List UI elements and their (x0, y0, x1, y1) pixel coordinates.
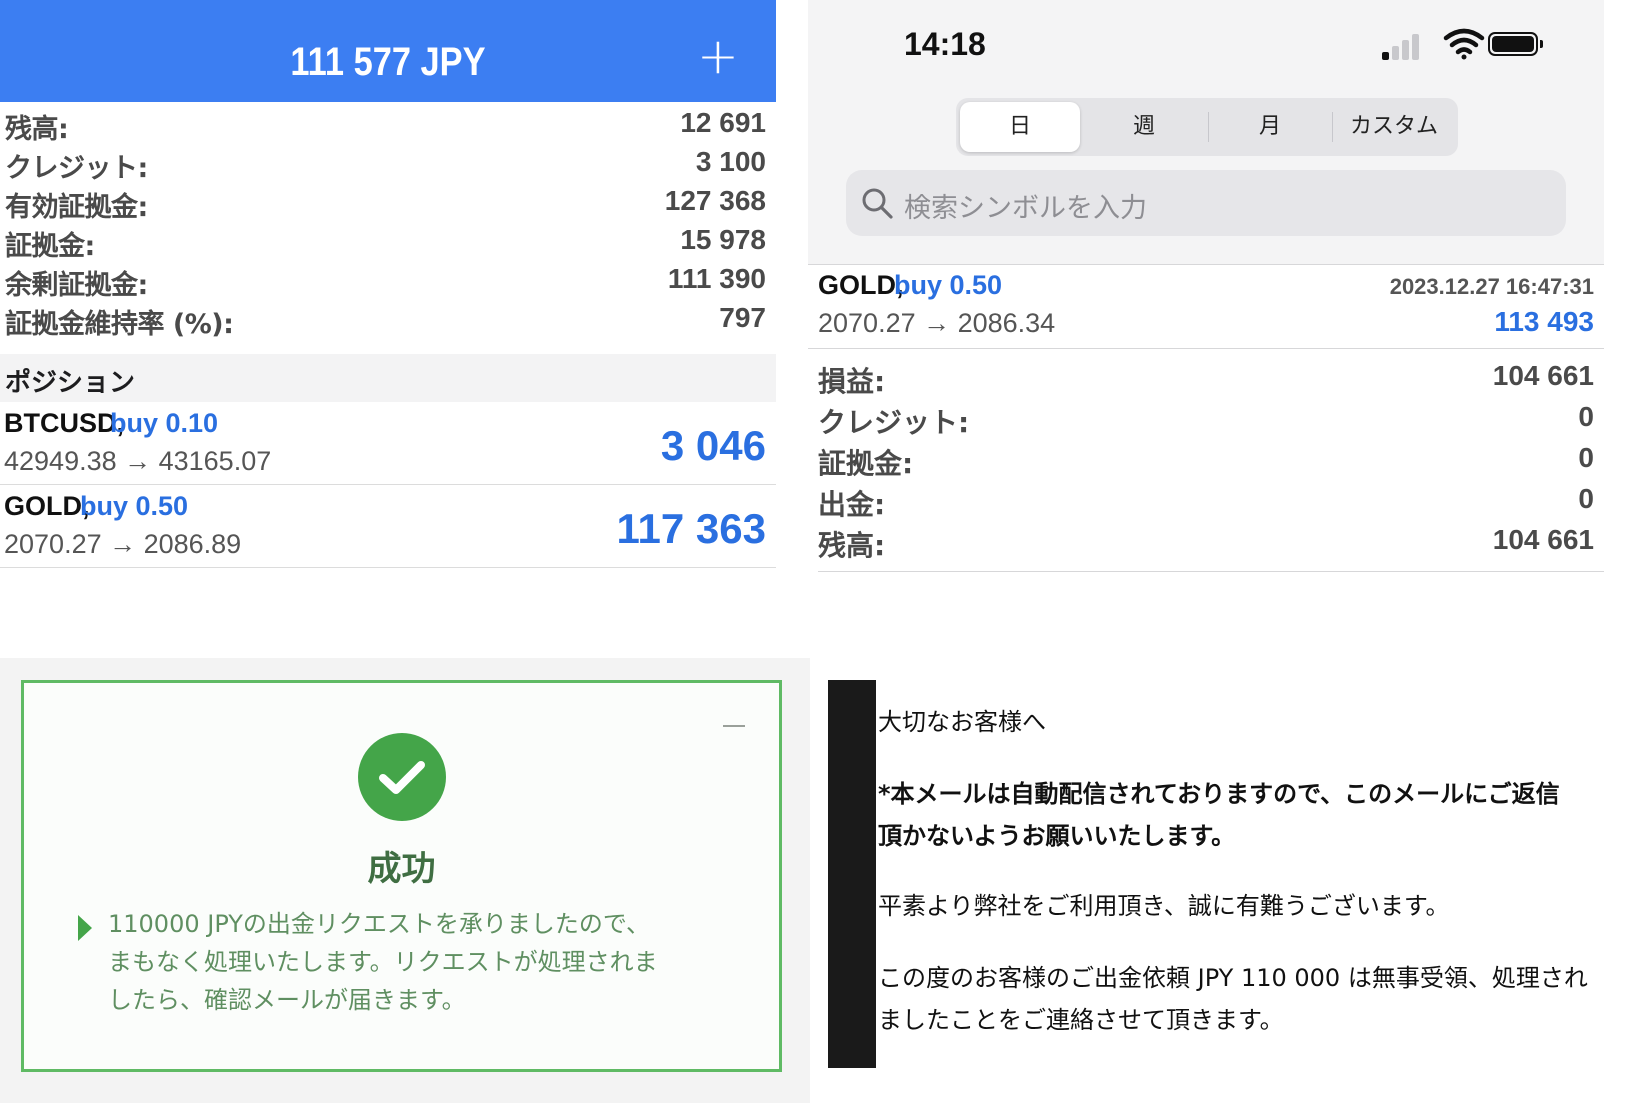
email-body-line: ましたことをご連絡させて頂きます。 (878, 1006, 1284, 1034)
position-side: buy 0.50 (80, 491, 189, 521)
summary-label: 証拠金: (818, 447, 914, 480)
triangle-bullet-icon (78, 915, 92, 941)
success-message: 110000 JPYの出金リクエストを承りましたので、 まもなく処理いたします。… (108, 905, 728, 1019)
position-row[interactable]: GOLD, buy 0.50 2070.27 → 2086.89 117 363 (0, 485, 776, 568)
summary-row-margin: 証拠金: 0 (808, 440, 1604, 480)
email-notice-line: 頂かないようお願いいたします。 (878, 822, 1236, 850)
account-row-label: 証拠金維持率 (%): (5, 309, 234, 340)
tab-day[interactable]: 日 (960, 102, 1080, 152)
cellular-signal-icon (1382, 30, 1426, 60)
positions-section-header: ポジション (0, 354, 776, 402)
period-segmented-control: 日 週 月 カスタム (956, 98, 1458, 156)
position-prices: 2070.27 → 2086.89 (4, 529, 242, 559)
search-input[interactable]: 検索シンボルを入力 (846, 170, 1566, 236)
deal-row[interactable]: GOLD, buy 0.50 2023.12.27 16:47:31 2070.… (808, 266, 1604, 349)
account-row-label: 証拠金: (5, 231, 95, 262)
deal-symbol: GOLD, (818, 270, 904, 300)
divider (818, 571, 1604, 572)
wifi-icon (1443, 28, 1485, 60)
check-circle-icon (358, 733, 446, 821)
summary-row-profit: 損益: 104 661 (808, 358, 1604, 398)
position-row[interactable]: BTCUSD, buy 0.10 42949.38 → 43165.07 3 0… (0, 402, 776, 485)
summary-label: 残高: (818, 529, 886, 562)
position-symbol: BTCUSD, (4, 408, 124, 438)
summary-row-withdrawal: 出金: 0 (808, 481, 1604, 521)
summary-row-balance: 残高: 104 661 (808, 522, 1604, 562)
deal-side: buy 0.50 (894, 270, 1003, 300)
search-icon (862, 188, 893, 219)
account-row-label: 有効証拠金: (5, 192, 148, 223)
success-panel: 成功 110000 JPYの出金リクエストを承りましたので、 まもなく処理いたし… (0, 658, 810, 1103)
search-placeholder: 検索シンボルを入力 (904, 193, 1147, 224)
redaction-bar (828, 680, 876, 1068)
account-row-value: 127 368 (664, 185, 766, 216)
history-panel: 14:18 日 週 月 カスタム 検索シンボルを入力 GOLD, buy 0.5… (808, 0, 1604, 575)
email-greeting: 大切なお客様へ (878, 708, 1046, 736)
tab-custom[interactable]: カスタム (1334, 102, 1454, 152)
account-row-value: 111 390 (667, 263, 766, 294)
position-profit: 3 046 (660, 422, 766, 469)
position-symbol: GOLD, (4, 491, 90, 521)
account-row-value: 12 691 (680, 107, 766, 138)
account-row-equity: 有効証拠金: 127 368 (0, 181, 776, 223)
plus-icon[interactable]: + (696, 31, 740, 81)
deal-profit: 113 493 (1494, 306, 1594, 337)
summary-label: クレジット: (818, 406, 970, 439)
message-line: 110000 JPYの出金リクエストを承りましたので、 (108, 910, 650, 938)
equity-header-bar: 111 577 JPY + (0, 0, 776, 102)
ios-header: 14:18 日 週 月 カスタム 検索シンボルを入力 (808, 0, 1604, 265)
summary-value: 0 (1578, 483, 1594, 514)
email-panel: 大切なお客様へ *本メールは自動配信されておりますので、このメールにご返信 頂か… (810, 658, 1648, 1103)
position-side: buy 0.10 (110, 408, 219, 438)
summary-value: 0 (1578, 401, 1594, 432)
summary-value: 0 (1578, 442, 1594, 473)
tab-week[interactable]: 週 (1084, 102, 1204, 152)
account-row-label: 余剰証拠金: (5, 270, 148, 301)
position-profit: 117 363 (616, 505, 766, 552)
message-line: まもなく処理いたします。リクエストが処理されま (108, 948, 658, 976)
success-card: 成功 110000 JPYの出金リクエストを承りましたので、 まもなく処理いたし… (21, 680, 782, 1072)
segment-divider (1208, 112, 1209, 142)
message-line: したら、確認メールが届きます。 (108, 986, 466, 1014)
email-notice-line: *本メールは自動配信されておりますので、このメールにご返信 (878, 780, 1560, 808)
deal-prices: 2070.27 → 2086.34 (818, 308, 1056, 338)
summary-label: 損益: (818, 365, 886, 398)
summary-row-credit: クレジット: 0 (808, 399, 1604, 439)
tab-month[interactable]: 月 (1210, 102, 1330, 152)
account-row-margin-level: 証拠金維持率 (%): 797 (0, 298, 776, 340)
summary-label: 出金: (818, 488, 886, 521)
account-row-value: 797 (719, 302, 766, 333)
status-bar-time: 14:18 (904, 26, 986, 62)
email-body-line: この度のお客様のご出金依頼 JPY 110 000 は無事受領、処理され (878, 964, 1588, 992)
summary-value: 104 661 (1492, 360, 1594, 391)
account-row-value: 3 100 (695, 146, 766, 177)
positions-title: ポジション (5, 368, 136, 398)
account-row-credit: クレジット: 3 100 (0, 142, 776, 184)
account-row-value: 15 978 (680, 224, 766, 255)
account-row-free-margin: 余剰証拠金: 111 390 (0, 259, 776, 301)
battery-icon (1488, 32, 1543, 56)
account-row-balance: 残高: 12 691 (0, 103, 776, 145)
success-title: 成功 (367, 849, 436, 889)
account-row-label: 残高: (5, 114, 69, 145)
account-row-label: クレジット: (5, 153, 148, 184)
account-row-margin: 証拠金: 15 978 (0, 220, 776, 262)
email-thanks: 平素より弊社をご利用頂き、誠に有難うございます。 (878, 892, 1450, 920)
summary-value: 104 661 (1492, 524, 1594, 555)
equity-header: 111 577 JPY (290, 40, 486, 84)
account-panel: 111 577 JPY + 残高: 12 691 クレジット: 3 100 有効… (0, 0, 776, 570)
segment-divider (1332, 112, 1333, 142)
deal-time: 2023.12.27 16:47:31 (1389, 274, 1594, 299)
minimize-icon[interactable] (723, 725, 745, 727)
position-prices: 42949.38 → 43165.07 (4, 446, 272, 476)
